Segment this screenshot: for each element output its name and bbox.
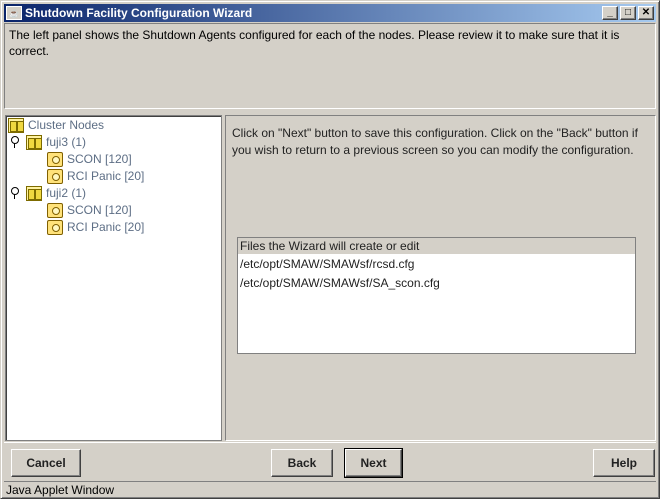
shutdown-agent-icon — [47, 168, 63, 184]
tree-agent-label: SCON [120] — [67, 203, 132, 217]
tree-agent-fuji3-rci[interactable]: RCI Panic [20] — [47, 168, 144, 184]
summary-panel: Click on "Next" button to save this conf… — [225, 115, 656, 441]
title-bar[interactable]: ☕ Shutdown Facility Configuration Wizard… — [4, 4, 656, 22]
button-bar: Cancel Back Next Help — [4, 442, 656, 479]
tree-root[interactable]: Cluster Nodes — [8, 117, 104, 133]
tree-node-label: fuji2 (1) — [46, 186, 87, 200]
tree-root-label: Cluster Nodes — [28, 118, 105, 132]
expand-toggle-icon[interactable] — [10, 187, 20, 199]
applet-status-bar: Java Applet Window — [4, 481, 656, 497]
tree-agent-fuji2-scon[interactable]: SCON [120] — [47, 202, 132, 218]
back-button[interactable]: Back — [271, 449, 333, 477]
tree-agent-label: RCI Panic [20] — [67, 220, 145, 234]
shutdown-agent-icon — [47, 202, 63, 218]
file-item[interactable]: /etc/opt/SMAW/SMAWsf/SA_scon.cfg — [238, 274, 635, 293]
window-title: Shutdown Facility Configuration Wizard — [25, 6, 253, 20]
tree-agent-fuji2-rci[interactable]: RCI Panic [20] — [47, 219, 144, 235]
close-button[interactable]: ✕ — [638, 6, 654, 20]
tree-node-label: fuji3 (1) — [46, 135, 87, 149]
shutdown-agent-icon — [47, 151, 63, 167]
folder-icon — [26, 185, 42, 201]
folder-icon — [26, 134, 42, 150]
help-button[interactable]: Help — [593, 449, 655, 477]
shutdown-agent-icon — [47, 219, 63, 235]
next-button[interactable]: Next — [344, 448, 403, 478]
expand-toggle-icon[interactable] — [10, 136, 20, 148]
tree-node-fuji3[interactable]: fuji3 (1) — [10, 134, 86, 150]
tree-agent-fuji3-scon[interactable]: SCON [120] — [47, 151, 132, 167]
file-item[interactable]: /etc/opt/SMAW/SMAWsf/rcsd.cfg — [238, 255, 635, 274]
folder-icon — [8, 117, 24, 133]
tree-agent-label: RCI Panic [20] — [67, 169, 145, 183]
next-instructions: Click on "Next" button to save this conf… — [232, 126, 638, 157]
files-list-header: Files the Wizard will create or edit — [238, 238, 635, 255]
tree-agent-label: SCON [120] — [67, 152, 132, 166]
cluster-tree-panel[interactable]: Cluster Nodes fuji3 (1) SCON [120] RCI P… — [5, 115, 222, 441]
maximize-button[interactable]: □ — [620, 6, 636, 20]
minimize-button[interactable]: _ — [602, 6, 618, 20]
java-applet-icon: ☕ — [6, 6, 22, 20]
tree-node-fuji2[interactable]: fuji2 (1) — [10, 185, 86, 201]
wizard-window: ☕ Shutdown Facility Configuration Wizard… — [0, 0, 660, 499]
files-list[interactable]: Files the Wizard will create or edit /et… — [237, 237, 636, 354]
cancel-button[interactable]: Cancel — [11, 449, 81, 477]
intro-description: The left panel shows the Shutdown Agents… — [4, 23, 656, 109]
